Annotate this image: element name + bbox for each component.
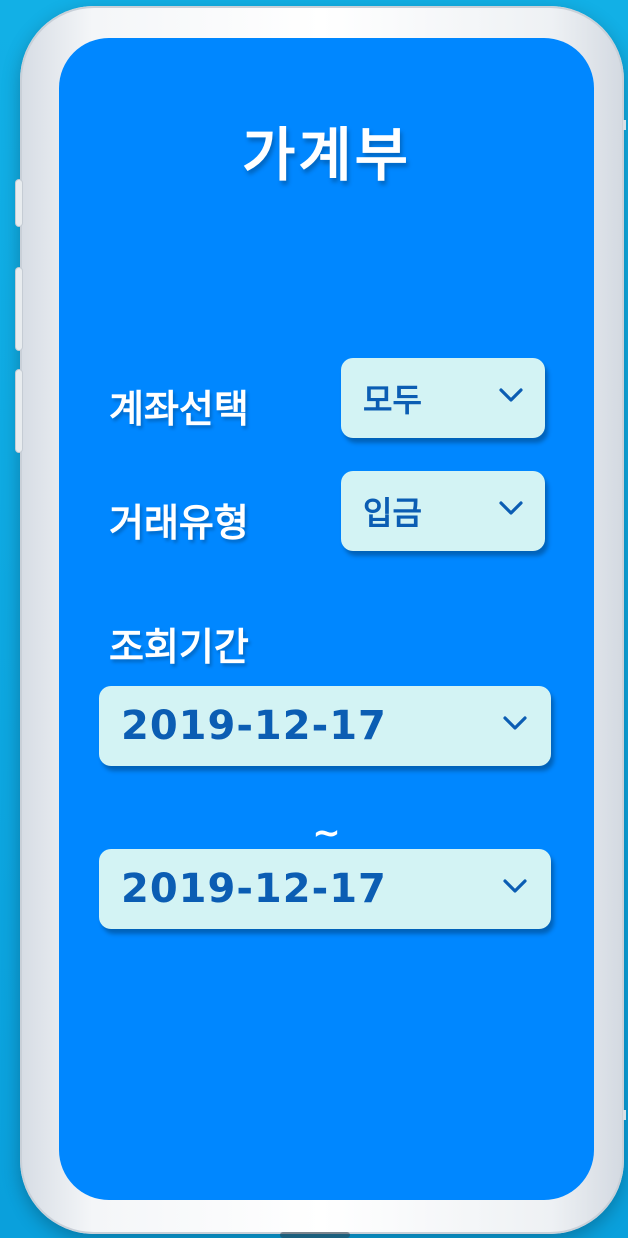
transaction-type-label: 거래유형 — [109, 501, 249, 545]
mute-switch — [16, 180, 22, 226]
app-screen: 가계부 계좌선택 모두 거래유형 입금 조회기간 2019-12-17 ~ 20… — [59, 38, 594, 1200]
volume-down-button — [16, 370, 22, 452]
app-title: 가계부 — [241, 121, 412, 189]
start-date-value: 2019-12-17 — [121, 703, 387, 749]
chevron-down-icon — [503, 878, 527, 900]
end-date-select[interactable]: 2019-12-17 — [99, 849, 551, 929]
chevron-down-icon — [499, 500, 523, 522]
chevron-down-icon — [503, 715, 527, 737]
account-select[interactable]: 모두 — [341, 358, 545, 438]
frame-mark — [623, 1110, 626, 1120]
period-separator: ~ — [312, 813, 341, 853]
period-label: 조회기간 — [109, 625, 249, 669]
transaction-type-select[interactable]: 입금 — [341, 471, 545, 551]
chevron-down-icon — [499, 387, 523, 409]
account-select-label: 계좌선택 — [109, 387, 249, 431]
account-select-value: 모두 — [363, 381, 422, 419]
frame-mark — [623, 120, 626, 130]
phone-bottom-bar — [280, 1232, 350, 1238]
start-date-select[interactable]: 2019-12-17 — [99, 686, 551, 766]
volume-up-button — [16, 268, 22, 350]
transaction-type-value: 입금 — [363, 494, 422, 532]
end-date-value: 2019-12-17 — [121, 866, 387, 912]
